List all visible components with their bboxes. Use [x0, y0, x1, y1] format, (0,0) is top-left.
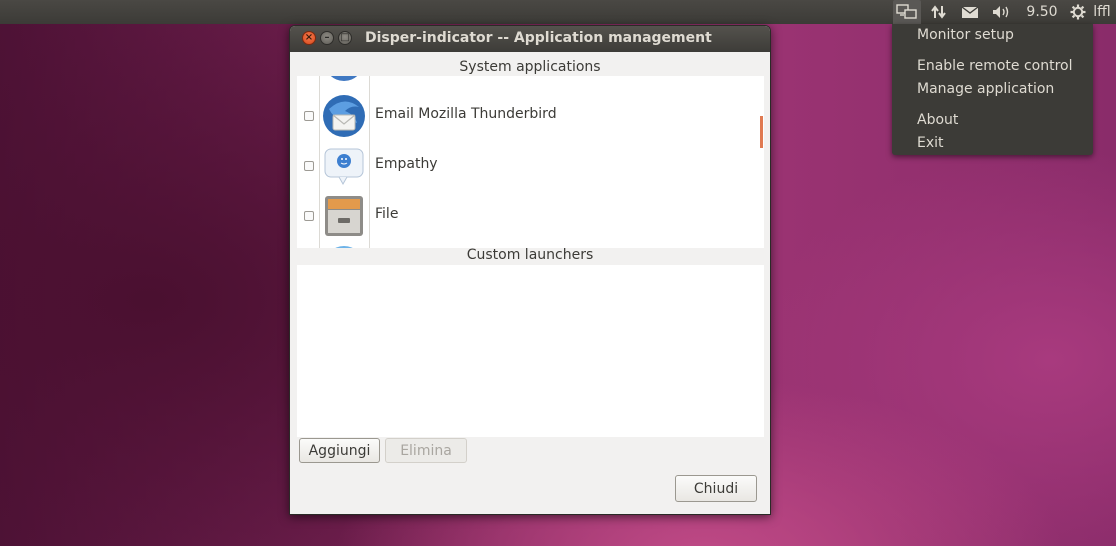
window-close-button[interactable]: × — [302, 31, 316, 45]
custom-launchers-label: Custom launchers — [466, 247, 594, 263]
menu-item-about[interactable]: About — [917, 112, 958, 128]
menu-item-monitor-setup[interactable]: Monitor setup — [917, 27, 1014, 43]
menu-item-exit[interactable]: Exit — [917, 135, 944, 151]
file-label: File — [375, 206, 399, 222]
menu-item-manage-application[interactable]: Manage application — [917, 81, 1054, 97]
window-title: Disper-indicator -- Application manageme… — [365, 30, 712, 46]
thunderbird-checkbox[interactable] — [304, 111, 314, 121]
app-icon-partial — [330, 76, 358, 81]
system-applications-list[interactable]: Email Mozilla Thunderbird Empathy File — [297, 76, 764, 248]
window-maximize-button[interactable]: □ — [338, 31, 352, 45]
maximize-icon: □ — [340, 32, 350, 43]
close-icon: × — [304, 32, 314, 43]
add-button[interactable]: Aggiungi — [299, 438, 380, 463]
remove-button[interactable]: Elimina — [385, 438, 467, 463]
empathy-checkbox[interactable] — [304, 161, 314, 171]
mail-icon[interactable] — [958, 0, 982, 24]
list-item-empathy[interactable]: Empathy — [297, 141, 764, 191]
list-item-partial-top — [297, 76, 764, 86]
minimize-icon: – — [324, 32, 330, 43]
window-minimize-button[interactable]: – — [320, 31, 334, 45]
thunderbird-icon — [323, 95, 365, 137]
indicator-menu: Monitor setup Enable remote control Mana… — [892, 24, 1093, 155]
close-button[interactable]: Chiudi — [675, 475, 757, 502]
window-titlebar[interactable]: × – □ Disper-indicator -- Application ma… — [290, 26, 770, 52]
menu-item-enable-remote-control[interactable]: Enable remote control — [917, 58, 1072, 74]
list-item-thunderbird[interactable]: Email Mozilla Thunderbird — [297, 91, 764, 141]
disper-indicator-icon[interactable] — [893, 0, 921, 24]
network-icon[interactable] — [928, 0, 950, 24]
system-applications-label: System applications — [459, 59, 601, 75]
list-item-file[interactable]: File — [297, 191, 764, 241]
file-cabinet-icon — [325, 196, 363, 236]
file-checkbox[interactable] — [304, 211, 314, 221]
empathy-label: Empathy — [375, 156, 438, 172]
top-panel: 9.50 lffl — [0, 0, 1116, 24]
user-name[interactable]: lffl — [1090, 0, 1114, 24]
clock[interactable]: 9.50 — [1022, 0, 1062, 24]
custom-launchers-list[interactable] — [297, 265, 764, 437]
gear-icon[interactable] — [1068, 0, 1088, 24]
scrollbar[interactable] — [760, 116, 763, 148]
volume-icon[interactable] — [990, 0, 1014, 24]
empathy-icon — [324, 148, 364, 186]
application-management-window: × – □ Disper-indicator -- Application ma… — [289, 25, 771, 515]
thunderbird-label: Email Mozilla Thunderbird — [375, 106, 557, 122]
